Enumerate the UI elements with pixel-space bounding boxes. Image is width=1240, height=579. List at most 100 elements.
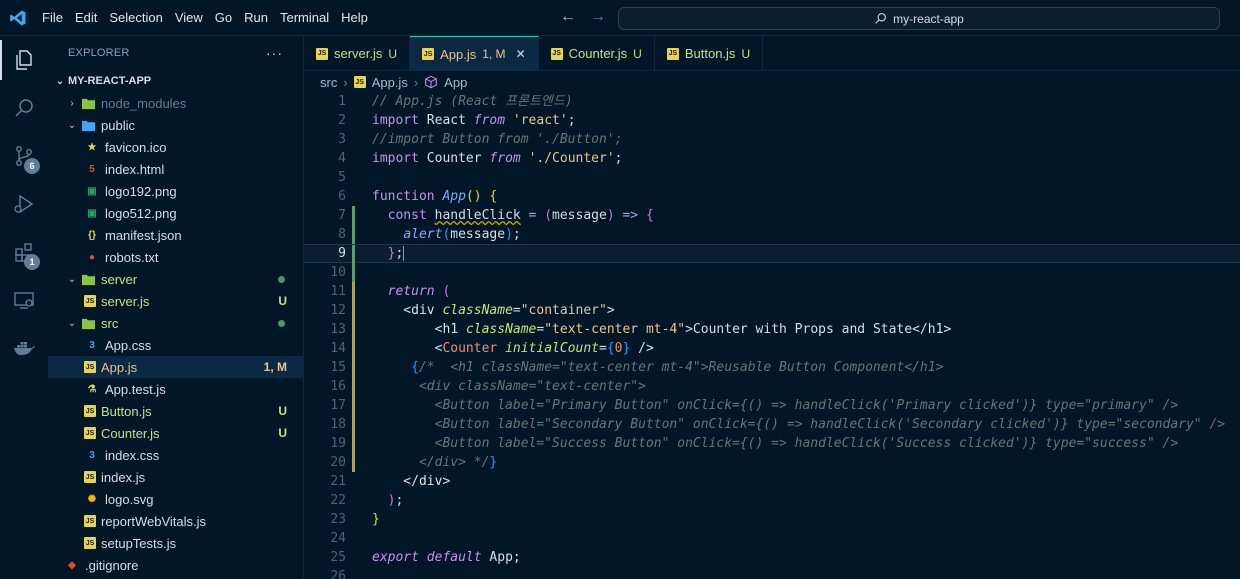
search-activity[interactable] [0,84,48,132]
folder-item[interactable]: ⌄ server [48,268,303,290]
code-line[interactable]: 8 alert(message); [304,225,1240,244]
files-icon [16,50,32,70]
menu-help[interactable]: Help [335,0,374,36]
code-line[interactable]: 11 return ( [304,282,1240,301]
file-item[interactable]: JS server.js U [48,290,303,312]
file-item[interactable]: JS reportWebVitals.js [48,510,303,532]
code-line[interactable]: 19 <Button label="Success Button" onClic… [304,434,1240,453]
file-item[interactable]: ▣ logo192.png [48,180,303,202]
menu-file[interactable]: File [36,0,69,36]
back-arrow-icon[interactable]: ← [560,8,576,26]
file-item[interactable]: 3 index.css [48,444,303,466]
code-line[interactable]: 1 // App.js (React 프론트엔드) [304,92,1240,111]
json-icon: {} [88,229,96,241]
source-control-activity[interactable]: 6 [0,132,48,180]
run-debug-activity[interactable] [0,180,48,228]
forward-arrow-icon[interactable]: → [590,8,606,26]
docker-activity[interactable] [0,324,48,372]
code-line[interactable]: 18 <Button label="Secondary Button" onCl… [304,415,1240,434]
remote-explorer-activity[interactable] [0,276,48,324]
code-text: alert(message); [372,225,521,244]
file-item[interactable]: 3 App.css [48,334,303,356]
file-item[interactable]: ✺ logo.svg [48,488,303,510]
code-line[interactable]: 23} [304,510,1240,529]
html-icon: 5 [89,163,95,175]
code-line[interactable]: 9 }; [304,244,1240,264]
menu-edit[interactable]: Edit [69,0,103,36]
file-item[interactable]: JS Counter.js U [48,422,303,444]
code-line[interactable]: 24 [304,529,1240,548]
file-item[interactable]: JS setupTests.js [48,532,303,554]
code-line[interactable]: 16 <div className="text-center"> [304,377,1240,396]
code-token: from [489,151,521,166]
file-item[interactable]: ▣ logo512.png [48,202,303,224]
code-line[interactable]: 14 <Counter initialCount={0} /> [304,339,1240,358]
tree-item-label: server.js [101,293,150,309]
extensions-activity[interactable]: 1 [0,228,48,276]
code-token: ; [512,227,521,242]
menu-bar: File Edit Selection View Go Run Terminal Help [36,0,374,36]
tab-button-js[interactable]: JS Button.js U [655,36,764,71]
file-item[interactable]: ⚗ App.test.js [48,378,303,400]
code-line[interactable]: 15 {/* <h1 className="text-center mt-4">… [304,358,1240,377]
menu-view[interactable]: View [169,0,209,36]
code-line[interactable]: 22 ); [304,491,1240,510]
code-text: ); [372,491,404,510]
breadcrumb-folder[interactable]: src [320,75,337,90]
code-token: { [606,341,615,356]
code-text: <div className="container"> [372,301,614,320]
code-line[interactable]: 5 [304,168,1240,187]
code-line[interactable]: 17 <Button label="Primary Button" onClic… [304,396,1240,415]
code-line[interactable]: 13 <h1 className="text-center mt-4">Coun… [304,320,1240,339]
vscode-logo-icon[interactable] [0,0,36,36]
chevron-down-icon: ⌄ [67,317,77,329]
folder-item[interactable]: ⌄ public [48,114,303,136]
code-line[interactable]: 10 [304,263,1240,282]
file-item[interactable]: ★ favicon.ico [48,136,303,158]
file-item[interactable]: JS App.js 1, M [48,356,303,378]
code-token: ; [395,493,404,508]
tab-server-js[interactable]: JS server.js U [304,36,411,71]
code-line[interactable]: 4 import Counter from './Counter'; [304,149,1240,168]
more-actions-icon[interactable]: ··· [266,45,283,61]
workspace-root[interactable]: ⌄ MY-REACT-APP [48,70,303,92]
line-number: 1 [338,94,346,109]
folder-item[interactable]: › node_modules [48,92,303,114]
file-item[interactable]: ● robots.txt [48,246,303,268]
code-line[interactable]: 2 import React from 'react'; [304,111,1240,130]
folder-item[interactable]: ⌄ src [48,312,303,334]
code-line[interactable]: 12 <div className="container"> [304,301,1240,320]
tab-app-js[interactable]: JS App.js 1, M ✕ [410,36,539,71]
explorer-activity[interactable] [0,36,48,84]
tab-counter-js[interactable]: JS Counter.js U [539,36,655,71]
file-item[interactable]: JS Button.js U [48,400,303,422]
code-token: </div> */ [372,455,490,470]
file-item[interactable]: 5 index.html [48,158,303,180]
command-center-search[interactable]: my-react-app [618,7,1220,30]
file-item[interactable]: ◆ .gitignore [48,554,303,576]
code-line[interactable]: 26 [304,567,1240,579]
code-editor[interactable]: 1 // App.js (React 프론트엔드) 2 import React fr… [304,92,1240,579]
tab-status: 1, M [482,47,506,61]
git-change-marker [352,396,355,415]
code-line[interactable]: 20 </div> */} [304,453,1240,472]
breadcrumb-file[interactable]: App.js [372,75,408,90]
menu-go[interactable]: Go [209,0,238,36]
code-line[interactable]: 6 function App() { [304,187,1240,206]
file-item[interactable]: {} manifest.json [48,224,303,246]
menu-selection[interactable]: Selection [103,0,168,36]
file-item[interactable]: JS index.js [48,466,303,488]
code-line[interactable]: 3 //import Button from './Button'; [304,130,1240,149]
code-line[interactable]: 7 const handleClick = (message) => { [304,206,1240,225]
close-icon[interactable]: ✕ [516,47,526,61]
editor-tabs: JS server.js U JS App.js 1, M ✕ JS Counter.js U JS… [304,36,1240,71]
code-token: import [372,151,419,166]
code-token: App; [481,550,521,565]
menu-terminal[interactable]: Terminal [274,0,335,36]
code-line[interactable]: 21 </div> [304,472,1240,491]
tree-item-label: public [101,117,135,133]
git-status-badge: U [278,426,287,440]
breadcrumb-symbol[interactable]: App [444,75,467,90]
code-line[interactable]: 25 export default App; [304,548,1240,567]
menu-run[interactable]: Run [238,0,274,36]
